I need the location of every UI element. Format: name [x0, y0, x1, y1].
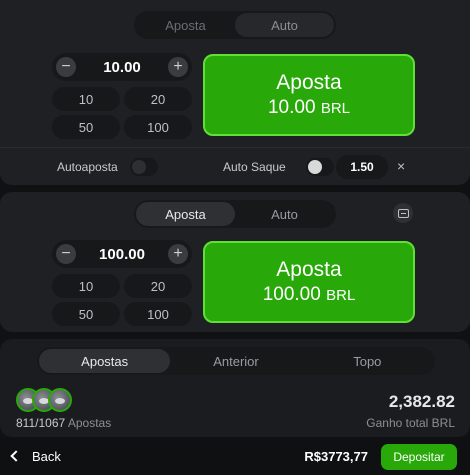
toggle-knob	[308, 160, 322, 174]
chevron-left-icon	[10, 450, 22, 462]
minus-icon[interactable]: −	[56, 244, 76, 264]
quick-amount-50[interactable]: 50	[52, 302, 120, 326]
bet-button-label: Aposta	[276, 257, 342, 281]
close-icon[interactable]: ×	[397, 158, 405, 174]
bet-button-label: Aposta	[276, 70, 342, 94]
bets-tabs: Apostas Anterior Topo	[37, 347, 435, 375]
total-win-label: Ganho total BRL	[366, 416, 455, 430]
quick-amount-20[interactable]: 20	[124, 274, 192, 298]
bet-button-1[interactable]: Aposta 10.00 BRL	[203, 54, 415, 136]
divider	[0, 147, 470, 148]
toggle-knob	[132, 160, 146, 174]
quick-amount-10[interactable]: 10	[52, 274, 120, 298]
tab-aposta[interactable]: Aposta	[136, 202, 235, 226]
bets-count: 811/1067 Apostas	[16, 416, 112, 430]
tab-aposta[interactable]: Aposta	[136, 13, 235, 37]
bet-mode-tabs-2: Aposta Auto	[134, 200, 336, 228]
quick-amount-50[interactable]: 50	[52, 115, 120, 139]
bet-button-amount: 100.00 BRL	[262, 283, 356, 305]
autobet-label: Autoaposta	[57, 160, 118, 174]
minus-icon[interactable]: −	[56, 57, 76, 77]
bets-stats-panel: Apostas Anterior Topo 811/1067 Apostas 2…	[0, 339, 470, 437]
quick-amount-10[interactable]: 10	[52, 87, 120, 111]
bet-amount-stepper-2: − 100.00 +	[52, 240, 192, 268]
quick-amount-100[interactable]: 100	[124, 115, 192, 139]
avatar	[48, 388, 72, 412]
deposit-button[interactable]: Depositar	[381, 444, 457, 470]
quick-amount-100[interactable]: 100	[124, 302, 192, 326]
auto-options-row: Autoaposta Auto Saque 1.50 ×	[0, 150, 470, 184]
quick-amount-20[interactable]: 20	[124, 87, 192, 111]
auto-cashout-label: Auto Saque	[223, 160, 286, 174]
bet-button-2[interactable]: Aposta 100.00 BRL	[203, 241, 415, 323]
bottom-bar: Back R$3773,77 Depositar	[0, 437, 470, 475]
plus-icon[interactable]: +	[167, 57, 188, 77]
auto-cashout-input[interactable]: 1.50	[336, 155, 388, 179]
bet-amount-value[interactable]: 100.00	[99, 246, 145, 263]
total-win-value: 2,382.82	[388, 392, 455, 411]
plus-icon[interactable]: +	[167, 244, 188, 264]
collapse-icon[interactable]	[393, 203, 413, 223]
bet-panel-2: Aposta Auto − 100.00 + 10 20 50 100 Apos…	[0, 192, 470, 332]
tab-topo[interactable]: Topo	[302, 349, 433, 373]
back-button[interactable]: Back	[10, 437, 61, 475]
balance: R$3773,77	[304, 449, 368, 464]
bet-amount-value[interactable]: 10.00	[103, 59, 141, 76]
tab-apostas[interactable]: Apostas	[39, 349, 171, 373]
bet-amount-stepper-1: − 10.00 +	[52, 53, 192, 81]
auto-cashout-toggle[interactable]	[306, 158, 334, 176]
tab-auto[interactable]: Auto	[235, 202, 334, 226]
back-label: Back	[32, 448, 61, 464]
bet-mode-tabs-1: Aposta Auto	[134, 11, 336, 39]
bet-button-amount: 10.00 BRL	[267, 96, 350, 118]
tab-anterior[interactable]: Anterior	[170, 349, 301, 373]
tab-auto[interactable]: Auto	[235, 13, 334, 37]
autobet-toggle[interactable]	[130, 158, 158, 176]
bet-panel-1: Aposta Auto − 10.00 + 10 20 50 100 Apost…	[0, 0, 470, 185]
